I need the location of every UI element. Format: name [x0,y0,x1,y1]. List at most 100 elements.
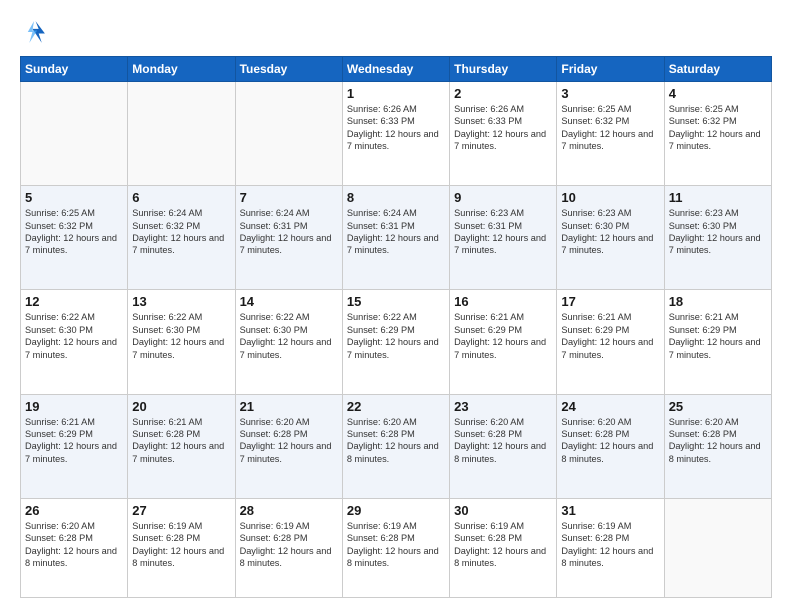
day-number: 4 [669,86,767,101]
calendar-cell: 7 Sunrise: 6:24 AM Sunset: 6:31 PM Daylig… [235,186,342,290]
calendar-cell: 25 Sunrise: 6:20 AM Sunset: 6:28 PM Dayli… [664,394,771,498]
day-detail: Sunrise: 6:20 AM Sunset: 6:28 PM Dayligh… [669,416,767,466]
calendar-cell: 20 Sunrise: 6:21 AM Sunset: 6:28 PM Dayli… [128,394,235,498]
day-detail: Sunrise: 6:21 AM Sunset: 6:29 PM Dayligh… [25,416,123,466]
day-number: 17 [561,294,659,309]
calendar-cell: 24 Sunrise: 6:20 AM Sunset: 6:28 PM Dayli… [557,394,664,498]
calendar-week-row: 19 Sunrise: 6:21 AM Sunset: 6:29 PM Dayli… [21,394,772,498]
calendar-cell: 22 Sunrise: 6:20 AM Sunset: 6:28 PM Dayli… [342,394,449,498]
day-number: 8 [347,190,445,205]
calendar-cell: 17 Sunrise: 6:21 AM Sunset: 6:29 PM Dayli… [557,290,664,394]
calendar-cell: 2 Sunrise: 6:26 AM Sunset: 6:33 PM Daylig… [450,82,557,186]
day-detail: Sunrise: 6:20 AM Sunset: 6:28 PM Dayligh… [454,416,552,466]
day-detail: Sunrise: 6:21 AM Sunset: 6:29 PM Dayligh… [669,311,767,361]
day-number: 16 [454,294,552,309]
calendar-cell: 13Sunrise: 6:22 AM Sunset: 6:30 PM Dayli… [128,290,235,394]
header [20,18,772,46]
calendar-cell: 12 Sunrise: 6:22 AM Sunset: 6:30 PM Dayli… [21,290,128,394]
day-number: 9 [454,190,552,205]
day-detail: Sunrise: 6:24 AM Sunset: 6:31 PM Dayligh… [240,207,338,257]
calendar-cell: 18 Sunrise: 6:21 AM Sunset: 6:29 PM Dayli… [664,290,771,394]
calendar-week-row: 26 Sunrise: 6:20 AM Sunset: 6:28 PM Dayli… [21,498,772,597]
day-number: 18 [669,294,767,309]
weekday-header: Thursday [450,57,557,82]
day-detail: Sunrise: 6:23 AM Sunset: 6:30 PM Dayligh… [669,207,767,257]
day-number: 2 [454,86,552,101]
day-detail: Sunrise: 6:22 AM Sunset: 6:30 PM Dayligh… [240,311,338,361]
day-detail: Sunrise: 6:24 AM Sunset: 6:31 PM Dayligh… [347,207,445,257]
day-detail: Sunrise: 6:25 AM Sunset: 6:32 PM Dayligh… [25,207,123,257]
day-detail: Sunrise: 6:19 AM Sunset: 6:28 PM Dayligh… [132,520,230,570]
day-number: 24 [561,399,659,414]
day-detail: Sunrise: 6:22 AM Sunset: 6:30 PM Dayligh… [132,311,230,361]
day-detail: Sunrise: 6:20 AM Sunset: 6:28 PM Dayligh… [561,416,659,466]
day-detail: Sunrise: 6:19 AM Sunset: 6:28 PM Dayligh… [454,520,552,570]
day-detail: Sunrise: 6:22 AM Sunset: 6:29 PM Dayligh… [347,311,445,361]
day-number: 3 [561,86,659,101]
day-detail: Sunrise: 6:20 AM Sunset: 6:28 PM Dayligh… [25,520,123,570]
day-detail: Sunrise: 6:19 AM Sunset: 6:28 PM Dayligh… [240,520,338,570]
calendar-cell: 19 Sunrise: 6:21 AM Sunset: 6:29 PM Dayli… [21,394,128,498]
day-number: 19 [25,399,123,414]
calendar-cell [235,82,342,186]
calendar-week-row: 12 Sunrise: 6:22 AM Sunset: 6:30 PM Dayli… [21,290,772,394]
calendar-cell: 3 Sunrise: 6:25 AM Sunset: 6:32 PM Daylig… [557,82,664,186]
calendar-cell: 28 Sunrise: 6:19 AM Sunset: 6:28 PM Dayli… [235,498,342,597]
day-number: 22 [347,399,445,414]
calendar-cell [664,498,771,597]
logo [20,18,52,46]
calendar-cell: 26 Sunrise: 6:20 AM Sunset: 6:28 PM Dayli… [21,498,128,597]
day-detail: Sunrise: 6:21 AM Sunset: 6:29 PM Dayligh… [561,311,659,361]
logo-icon [20,18,48,46]
calendar-cell: 8 Sunrise: 6:24 AM Sunset: 6:31 PM Daylig… [342,186,449,290]
calendar-header-row: SundayMondayTuesdayWednesdayThursdayFrid… [21,57,772,82]
page: SundayMondayTuesdayWednesdayThursdayFrid… [0,0,792,612]
calendar-cell: 9 Sunrise: 6:23 AM Sunset: 6:31 PM Daylig… [450,186,557,290]
day-number: 26 [25,503,123,518]
day-detail: Sunrise: 6:19 AM Sunset: 6:28 PM Dayligh… [561,520,659,570]
day-detail: Sunrise: 6:21 AM Sunset: 6:29 PM Dayligh… [454,311,552,361]
day-detail: Sunrise: 6:25 AM Sunset: 6:32 PM Dayligh… [561,103,659,153]
day-number: 10 [561,190,659,205]
day-number: 12 [25,294,123,309]
day-detail: Sunrise: 6:26 AM Sunset: 6:33 PM Dayligh… [454,103,552,153]
calendar-cell: 14 Sunrise: 6:22 AM Sunset: 6:30 PM Dayli… [235,290,342,394]
day-number: 31 [561,503,659,518]
day-detail: Sunrise: 6:23 AM Sunset: 6:31 PM Dayligh… [454,207,552,257]
calendar-cell: 29Sunrise: 6:19 AM Sunset: 6:28 PM Dayli… [342,498,449,597]
day-number: 23 [454,399,552,414]
day-number: 28 [240,503,338,518]
day-detail: Sunrise: 6:19 AM Sunset: 6:28 PM Dayligh… [347,520,445,570]
weekday-header: Monday [128,57,235,82]
calendar-cell: 31 Sunrise: 6:19 AM Sunset: 6:28 PM Dayli… [557,498,664,597]
day-number: 6 [132,190,230,205]
calendar-cell: 21Sunrise: 6:20 AM Sunset: 6:28 PM Dayli… [235,394,342,498]
weekday-header: Saturday [664,57,771,82]
day-number: 7 [240,190,338,205]
day-number: 11 [669,190,767,205]
calendar-cell: 30 Sunrise: 6:19 AM Sunset: 6:28 PM Dayli… [450,498,557,597]
day-detail: Sunrise: 6:20 AM Sunset: 6:28 PM Dayligh… [347,416,445,466]
calendar-week-row: 5 Sunrise: 6:25 AM Sunset: 6:32 PM Daylig… [21,186,772,290]
weekday-header: Sunday [21,57,128,82]
calendar-cell: 1Sunrise: 6:26 AM Sunset: 6:33 PM Daylig… [342,82,449,186]
calendar-week-row: 1Sunrise: 6:26 AM Sunset: 6:33 PM Daylig… [21,82,772,186]
day-detail: Sunrise: 6:21 AM Sunset: 6:28 PM Dayligh… [132,416,230,466]
weekday-header: Wednesday [342,57,449,82]
day-number: 21 [240,399,338,414]
calendar-cell: 4Sunrise: 6:25 AM Sunset: 6:32 PM Daylig… [664,82,771,186]
calendar-cell: 5 Sunrise: 6:25 AM Sunset: 6:32 PM Daylig… [21,186,128,290]
calendar-cell: 15 Sunrise: 6:22 AM Sunset: 6:29 PM Dayli… [342,290,449,394]
day-number: 5 [25,190,123,205]
day-detail: Sunrise: 6:22 AM Sunset: 6:30 PM Dayligh… [25,311,123,361]
day-detail: Sunrise: 6:26 AM Sunset: 6:33 PM Dayligh… [347,103,445,153]
day-number: 25 [669,399,767,414]
calendar-cell: 16 Sunrise: 6:21 AM Sunset: 6:29 PM Dayli… [450,290,557,394]
day-number: 15 [347,294,445,309]
day-number: 14 [240,294,338,309]
day-number: 30 [454,503,552,518]
day-number: 27 [132,503,230,518]
calendar-table: SundayMondayTuesdayWednesdayThursdayFrid… [20,56,772,598]
weekday-header: Friday [557,57,664,82]
day-number: 20 [132,399,230,414]
